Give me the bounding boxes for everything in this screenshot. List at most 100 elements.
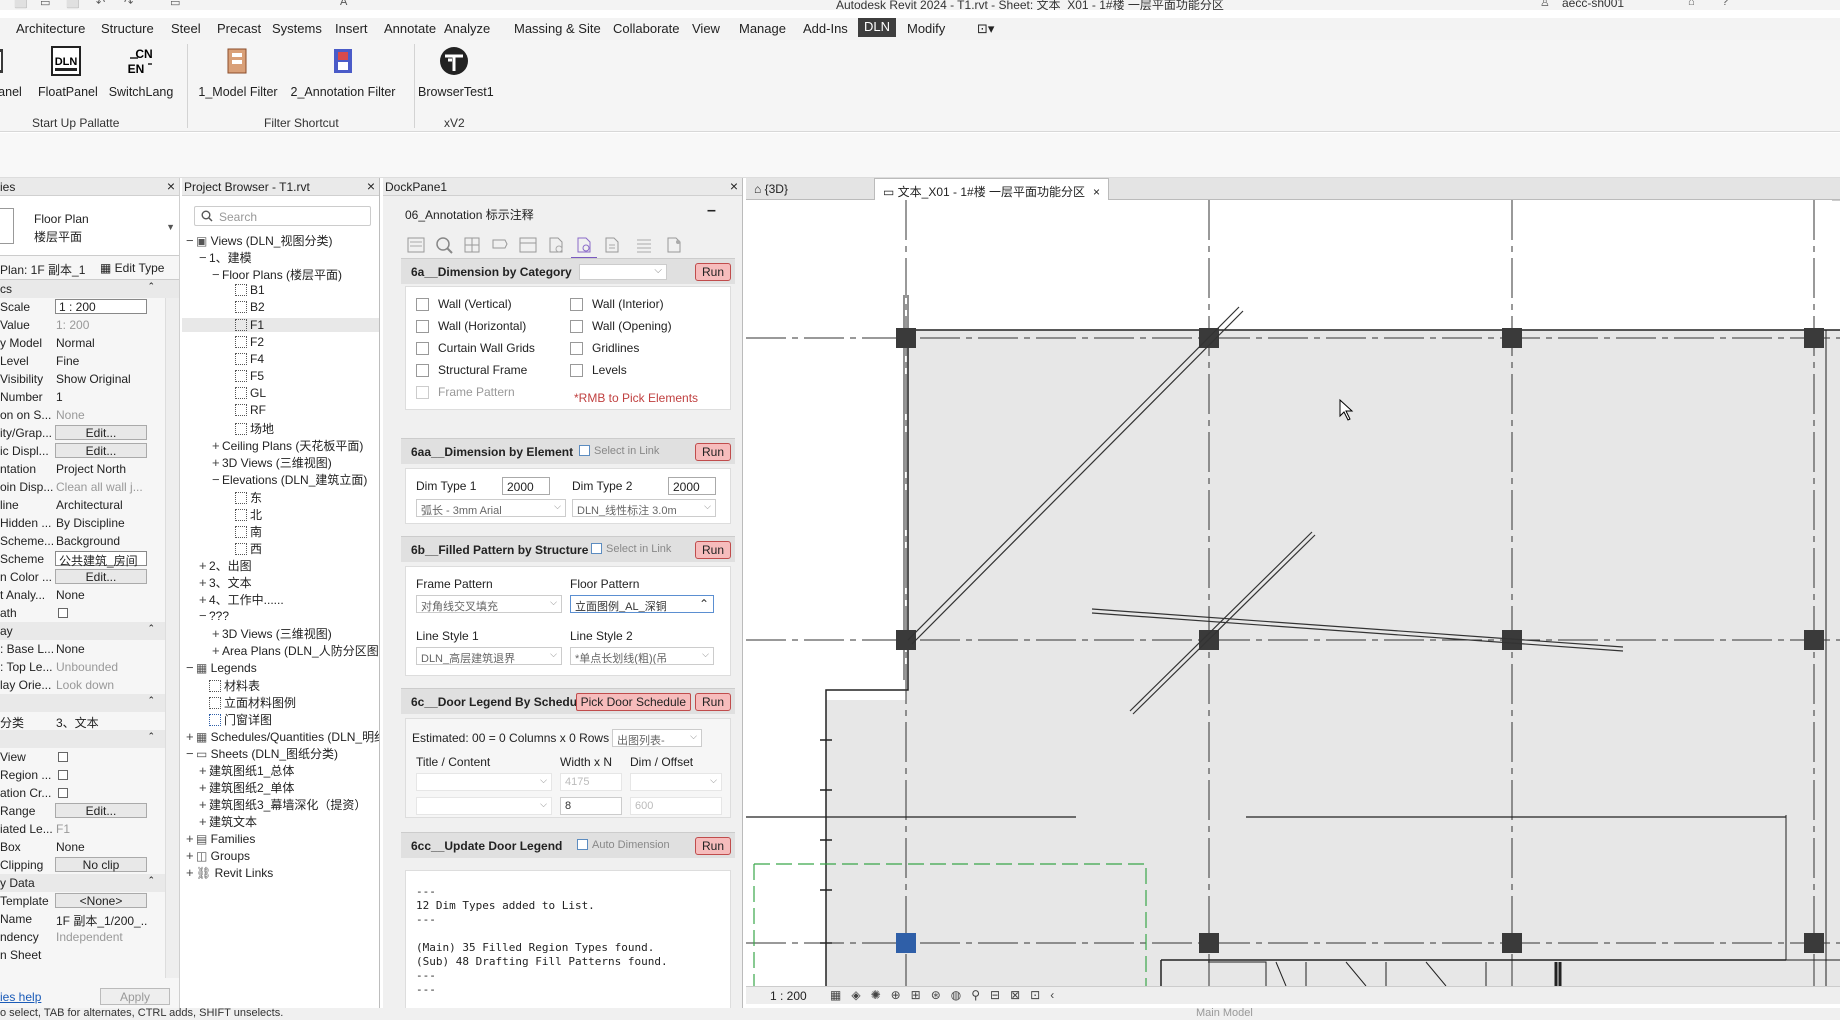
checkbox[interactable]	[570, 364, 583, 377]
ribbon-tab-modify[interactable]: Modify	[907, 21, 945, 36]
collapse-icon[interactable]: −	[212, 267, 222, 282]
count-input[interactable]: 8	[560, 797, 622, 815]
tool-9-icon[interactable]	[633, 234, 655, 256]
run-6b-button[interactable]: Run	[695, 541, 731, 559]
ribbon-button-floatpanel[interactable]: DLN FloatPanel	[38, 46, 98, 99]
collapse-icon[interactable]: ⌃	[147, 731, 155, 742]
auto-dimension-toggle[interactable]: Auto Dimension	[577, 839, 670, 851]
property-value[interactable]: 3、文本	[56, 714, 148, 731]
ribbon-tab-dln[interactable]: DLN	[858, 18, 897, 37]
property-value[interactable]: 1 : 200	[55, 299, 147, 314]
ribbon-tab-analyze[interactable]: Analyze	[444, 21, 490, 36]
browser-node[interactable]: 立面材料图例	[199, 694, 296, 711]
check-wall-interior[interactable]: Wall (Interior)	[570, 297, 664, 311]
expand-icon[interactable]: +	[199, 814, 209, 829]
browser-node[interactable]: + 建筑图纸3_幕墙深化（提资）	[199, 796, 366, 813]
tool-5-icon[interactable]	[517, 234, 539, 256]
checkbox[interactable]	[591, 543, 602, 554]
quick-access-text-icon[interactable]: A	[340, 0, 347, 8]
property-checkbox[interactable]	[58, 608, 68, 618]
expand-icon[interactable]: +	[186, 831, 196, 846]
checkbox[interactable]	[416, 342, 429, 355]
help-icon[interactable]: ?	[1722, 0, 1728, 8]
property-checkbox[interactable]	[58, 788, 68, 798]
browser-node[interactable]: + ▤ Families	[186, 831, 255, 846]
dim-type-2-input[interactable]: 2000	[668, 477, 716, 495]
close-icon[interactable]: ×	[167, 178, 175, 194]
browser-node[interactable]: + ⛓ Revit Links	[186, 865, 273, 880]
browser-node[interactable]: 西	[225, 540, 262, 557]
ribbon-button-annotation-filter[interactable]: 2_Annotation Filter	[288, 46, 398, 99]
user-icon[interactable]: ♙	[1540, 0, 1550, 9]
select-in-link-toggle[interactable]: Select in Link	[579, 445, 659, 457]
line-style-1-dropdown[interactable]: DLN_高层建筑退界 ⌵	[416, 647, 562, 665]
property-value[interactable]: None	[56, 588, 148, 602]
floor-pattern-dropdown[interactable]: 立面图例_AL_深铜 ⌃	[570, 595, 714, 613]
collapse-icon[interactable]: ⌃	[147, 875, 155, 886]
browser-node[interactable]: +2、出图	[199, 557, 252, 574]
drawing-canvas[interactable]	[746, 200, 1840, 986]
browser-node[interactable]: 东	[225, 489, 262, 506]
ribbon-button-switchlang[interactable]: CN EN SwitchLang	[108, 46, 174, 99]
browser-node[interactable]: B1	[225, 283, 265, 297]
browser-node[interactable]: 南	[225, 523, 262, 540]
collapse-icon[interactable]: −	[199, 250, 209, 265]
collapse-icon[interactable]: −	[186, 746, 196, 761]
dim-type-2-dropdown[interactable]: DLN_线性标注 3.0m ⌵	[572, 499, 716, 517]
ribbon-tab-steel[interactable]: Steel	[171, 21, 201, 36]
view-tab-3d[interactable]: ⌂ {3D}	[746, 178, 796, 200]
collapse-icon[interactable]: ⌃	[147, 281, 155, 292]
schedule-list-dropdown[interactable]: 出图列表- ⌵	[612, 729, 702, 747]
browser-search-input[interactable]: Search	[194, 206, 371, 226]
check-curtain-wall-grids[interactable]: Curtain Wall Grids	[416, 341, 535, 355]
expand-icon[interactable]: +	[199, 797, 209, 812]
offset-input[interactable]: 600	[630, 797, 722, 815]
quick-access-print-icon[interactable]: ▭	[170, 0, 180, 9]
ribbon-tab-insert[interactable]: Insert	[335, 21, 368, 36]
browser-node[interactable]: +3D Views (三维视图)	[212, 454, 332, 471]
browser-node[interactable]: +3、文本	[199, 574, 252, 591]
property-value[interactable]: 公共建筑_房间	[55, 551, 147, 568]
expand-icon[interactable]: +	[199, 558, 209, 573]
browser-node[interactable]: −1、建模	[199, 249, 252, 266]
checkbox[interactable]	[570, 342, 583, 355]
browser-node[interactable]: + 建筑图纸1_总体	[199, 762, 294, 779]
tool-1-icon[interactable]	[405, 234, 427, 256]
expand-icon[interactable]: +	[199, 592, 209, 607]
property-edit-button[interactable]: <None>	[55, 893, 147, 908]
dim-type-1-dropdown[interactable]: 弧长 - 3mm Arial ⌵	[416, 499, 566, 517]
tool-10-icon[interactable]	[663, 234, 685, 256]
property-value[interactable]: 1F 副本_1/200_...	[56, 912, 148, 929]
apply-button[interactable]: Apply	[100, 988, 170, 1005]
check-wall-opening[interactable]: Wall (Opening)	[570, 319, 672, 333]
browser-node[interactable]: RF	[225, 403, 266, 417]
ribbon-tab-manage[interactable]: Manage	[739, 21, 786, 36]
browser-node[interactable]: + Area Plans (DLN_人防分区图)	[212, 642, 379, 659]
frame-pattern-dropdown[interactable]: 对角线交叉填充 ⌵	[416, 595, 562, 613]
user-name[interactable]: aecc-sh001	[1562, 0, 1624, 10]
property-value[interactable]: Architectural	[56, 498, 148, 512]
title-dropdown[interactable]: ⌵	[416, 773, 552, 791]
collapse-icon[interactable]: −	[186, 233, 196, 248]
ribbon-button-browsertest[interactable]: BrowserTest1	[418, 46, 494, 99]
edit-type-button[interactable]: ▦ Edit Type	[100, 261, 164, 275]
property-edit-button[interactable]: Edit...	[55, 569, 147, 584]
property-value[interactable]: None	[56, 642, 148, 656]
ribbon-tab-massing-site[interactable]: Massing & Site	[514, 21, 601, 36]
close-icon[interactable]: ×	[730, 178, 738, 194]
width-input[interactable]: 4175	[560, 773, 622, 791]
property-checkbox[interactable]	[58, 770, 68, 780]
browser-node[interactable]: F5	[225, 369, 264, 383]
expand-icon[interactable]: +	[186, 848, 196, 863]
property-checkbox[interactable]	[58, 752, 68, 762]
tool-3-icon[interactable]	[461, 234, 483, 256]
checkbox[interactable]	[570, 320, 583, 333]
expand-icon[interactable]: +	[199, 780, 209, 795]
expand-icon[interactable]: +	[199, 763, 209, 778]
browser-node[interactable]: − ▣ Views (DLN_视图分类)	[186, 232, 332, 249]
property-edit-button[interactable]: Edit...	[55, 425, 147, 440]
category-dropdown[interactable]: ⌵	[579, 264, 667, 280]
expand-icon[interactable]: +	[186, 729, 196, 744]
browser-node[interactable]: F2	[225, 335, 264, 349]
dim-type-1-input[interactable]: 2000	[502, 477, 550, 495]
